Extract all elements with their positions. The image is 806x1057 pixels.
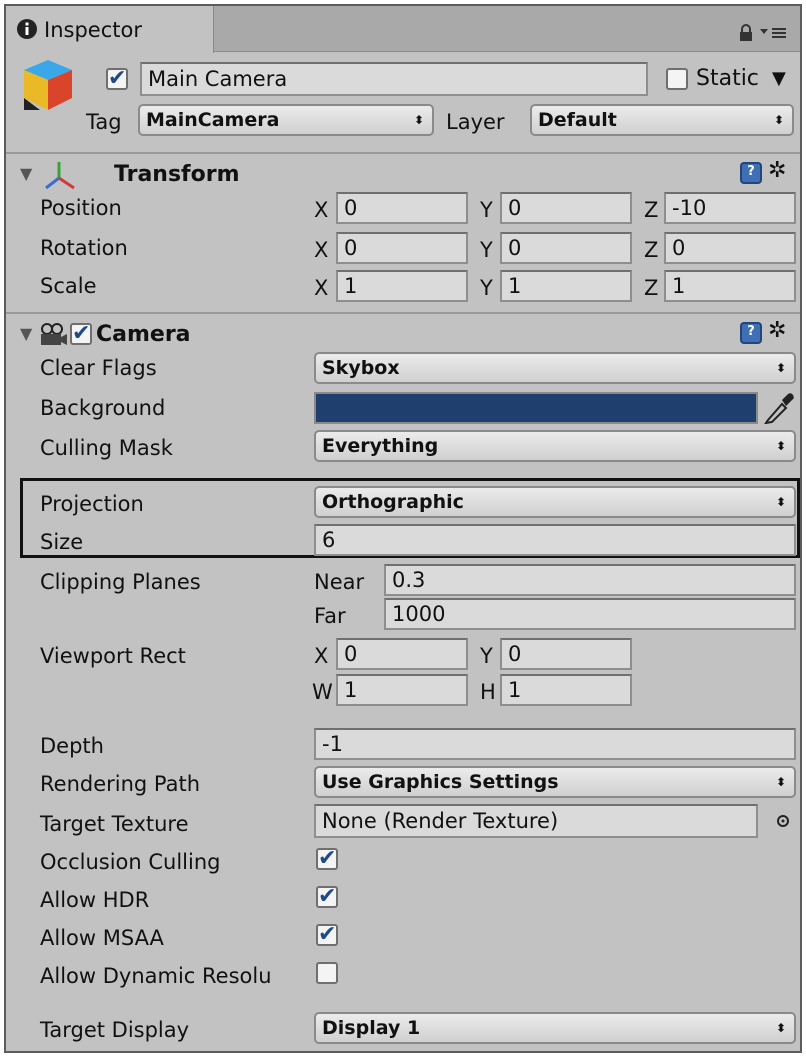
rotation-label: Rotation [40,236,128,260]
projection-label: Projection [40,492,144,516]
far-field[interactable]: 1000 [384,598,796,630]
transform-foldout-arrow[interactable]: ▼ [20,166,32,182]
depth-field[interactable]: -1 [314,728,796,760]
position-label: Position [40,196,122,220]
static-label: Static [696,66,759,91]
viewport-h-field[interactable]: 1 [500,674,632,706]
transform-icon [45,162,75,190]
background-label: Background [40,396,166,420]
tag-label: Tag [86,110,122,134]
allow-msaa-checkbox[interactable]: ✔ [316,924,338,946]
position-y-label: Y [480,198,493,222]
allow-msaa-label: Allow MSAA [40,926,164,950]
layer-label: Layer [446,110,505,134]
scale-label: Scale [40,274,97,298]
viewport-x-label: X [314,644,329,668]
culling-mask-dropdown[interactable]: Everything ⬍ [314,430,796,462]
transform-help-icon[interactable]: ? [740,162,762,184]
layer-dropdown[interactable]: Default ⬍ [530,104,794,136]
occlusion-culling-checkbox[interactable]: ✔ [316,848,338,870]
separator [6,312,800,314]
clipping-planes-label: Clipping Planes [40,570,201,594]
static-dropdown-arrow[interactable]: ▼ [772,70,786,88]
tab-menu-icon[interactable] [760,26,788,40]
info-icon [17,19,37,39]
tab-inspector[interactable]: Inspector [6,6,214,53]
allow-hdr-label: Allow HDR [40,888,150,912]
lock-icon[interactable] [738,24,754,42]
viewport-h-label: H [480,680,496,704]
viewport-y-field[interactable]: 0 [500,638,632,670]
active-checkbox[interactable]: ✔ [106,68,128,90]
position-x-label: X [314,198,329,222]
size-label: Size [40,530,84,554]
target-texture-field[interactable]: None (Render Texture) [314,804,758,838]
rotation-y-field[interactable]: 0 [500,232,632,264]
scale-x-label: X [314,276,329,300]
camera-foldout-arrow[interactable]: ▼ [20,326,32,342]
eyedropper-icon[interactable] [764,390,794,424]
camera-enabled-checkbox[interactable]: ✔ [70,323,92,345]
scale-z-field[interactable]: 1 [664,270,796,302]
position-z-label: Z [644,198,659,222]
background-color-swatch[interactable] [314,392,758,424]
viewport-rect-label: Viewport Rect [40,644,186,668]
viewport-x-field[interactable]: 0 [336,638,468,670]
object-name-field[interactable]: Main Camera [140,62,648,96]
rendering-path-dropdown[interactable]: Use Graphics Settings ⬍ [314,766,796,798]
clear-flags-label: Clear Flags [40,356,157,380]
rotation-z-field[interactable]: 0 [664,232,796,264]
static-checkbox[interactable] [666,68,688,90]
viewport-w-field[interactable]: 1 [336,674,468,706]
position-x-field[interactable]: 0 [336,192,468,224]
inspector-window: Inspector ✔ Main Camera Static ▼ Tag Mai… [4,4,802,1053]
object-picker-icon[interactable] [776,814,790,828]
position-z-field[interactable]: -10 [664,192,796,224]
gameobject-cube-icon [24,60,72,110]
rendering-path-label: Rendering Path [40,772,201,796]
scale-x-field[interactable]: 1 [336,270,468,302]
rotation-y-label: Y [480,238,493,262]
occlusion-culling-label: Occlusion Culling [40,850,221,874]
allow-dynamic-resolution-checkbox[interactable] [316,962,338,984]
depth-label: Depth [40,734,104,758]
camera-title: Camera [96,322,191,347]
clear-flags-dropdown[interactable]: Skybox ⬍ [314,352,796,384]
tab-title: Inspector [44,18,142,42]
scale-y-label: Y [480,276,493,300]
rotation-x-field[interactable]: 0 [336,232,468,264]
target-texture-label: Target Texture [40,812,189,836]
allow-hdr-checkbox[interactable]: ✔ [316,886,338,908]
target-display-label: Target Display [40,1018,190,1042]
scale-z-label: Z [644,276,659,300]
camera-gear-icon[interactable]: ✲ [768,320,786,342]
scale-y-field[interactable]: 1 [500,270,632,302]
camera-help-icon[interactable]: ? [740,322,762,344]
culling-mask-label: Culling Mask [40,436,173,460]
rotation-x-label: X [314,238,329,262]
separator [6,152,800,154]
position-y-field[interactable]: 0 [500,192,632,224]
viewport-y-label: Y [480,644,493,668]
camera-icon [41,323,67,345]
target-display-dropdown[interactable]: Display 1 ⬍ [314,1012,796,1044]
near-field[interactable]: 0.3 [384,564,796,596]
transform-title: Transform [114,162,240,187]
transform-gear-icon[interactable]: ✲ [768,160,786,182]
near-label: Near [314,570,365,594]
allow-dynamic-resolution-label: Allow Dynamic Resolu [40,964,272,988]
far-label: Far [314,604,346,628]
size-field[interactable]: 6 [314,524,796,556]
viewport-w-label: W [312,680,333,704]
projection-dropdown[interactable]: Orthographic ⬍ [314,486,796,518]
tag-dropdown[interactable]: MainCamera ⬍ [138,104,434,136]
rotation-z-label: Z [644,238,659,262]
